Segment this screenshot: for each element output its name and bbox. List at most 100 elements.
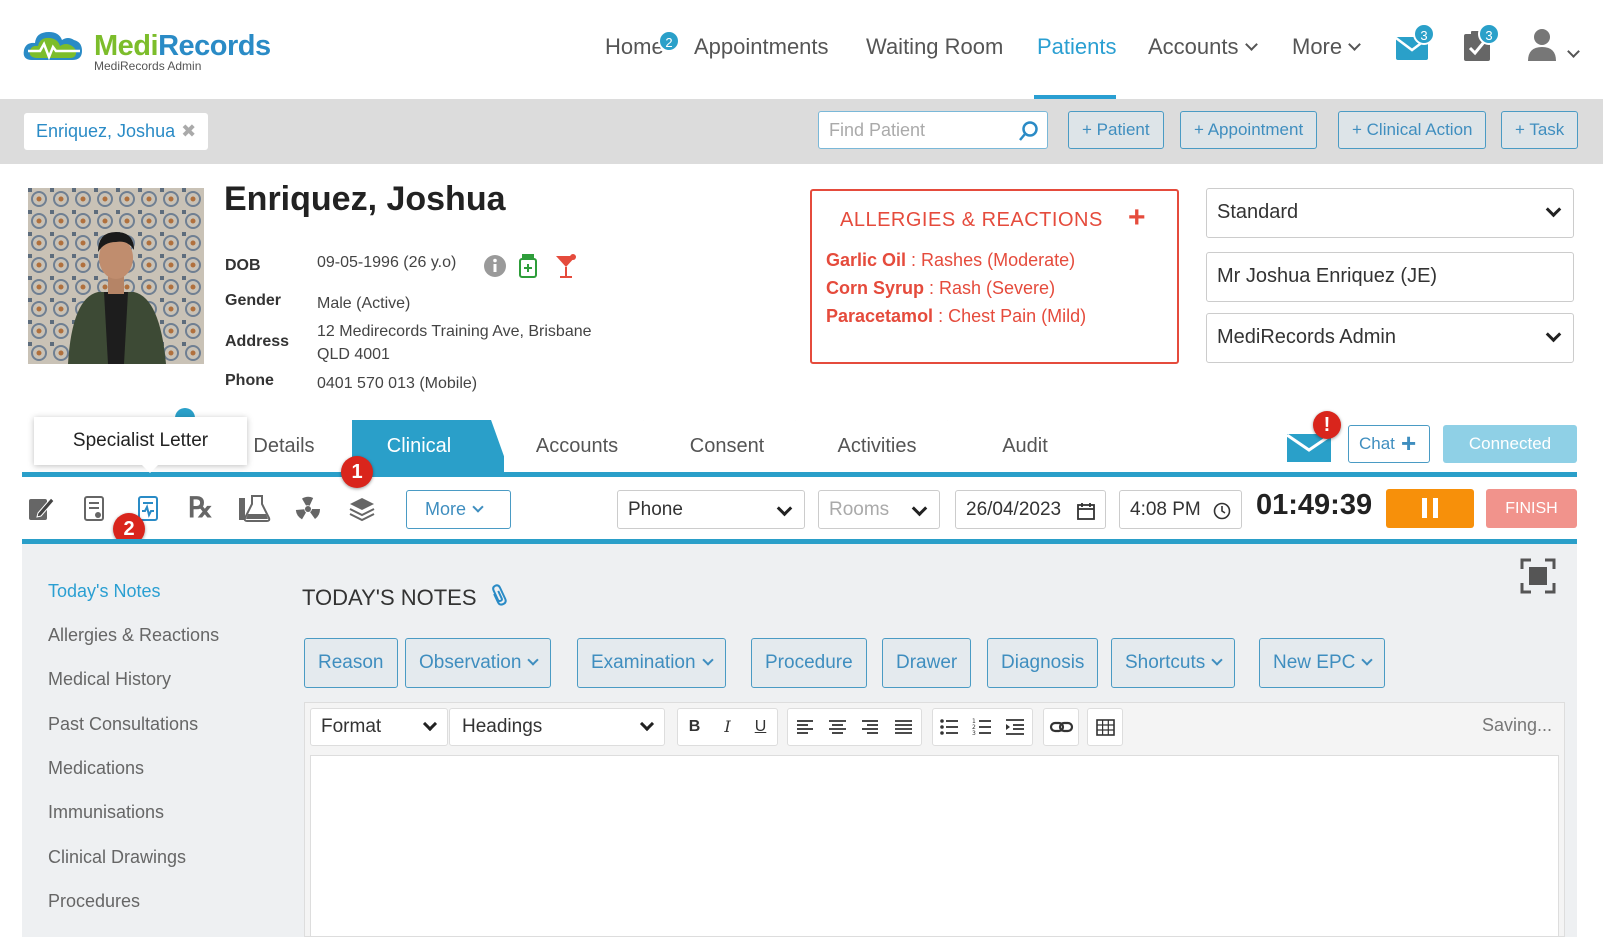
close-icon[interactable]: ✖ [181,121,196,141]
nav-appointments[interactable]: Appointments [694,34,829,60]
drawer-button[interactable]: Drawer [882,638,972,688]
bullet-list-icon[interactable] [933,709,966,745]
search-icon[interactable] [1019,121,1039,141]
mail-badge: 3 [1413,23,1435,45]
notes-edit-icon[interactable] [26,494,54,522]
address-line1: 12 Medirecords Training Ave, Brisbane [317,323,592,340]
sidebar-item-allergies[interactable]: Allergies & Reactions [48,625,219,646]
tab-activities[interactable]: Activities [808,420,966,473]
alert-badge: ! [1313,411,1341,439]
connected-status-button[interactable]: Connected [1443,425,1577,463]
tab-accounts[interactable]: Accounts [504,420,662,473]
rooms-select[interactable]: Rooms [818,490,940,529]
info-icon[interactable] [483,254,507,278]
dob-value: 09-05-1996 (26 y.o) [317,254,457,271]
link-icon[interactable] [1045,709,1078,745]
alcohol-glass-icon[interactable] [554,253,578,279]
nav-home[interactable]: Home [605,34,664,60]
table-icon[interactable] [1089,709,1122,745]
sidebar-item-medical-history[interactable]: Medical History [48,669,171,690]
patient-bar: Enriquez, Joshua ✖ Find Patient + Patient… [0,99,1603,164]
radiology-icon[interactable] [294,494,322,522]
examination-button[interactable]: Examination [577,638,726,688]
more-tools-button[interactable]: More [406,490,511,529]
allergy-item[interactable]: Garlic Oil : Rashes (Moderate) [826,250,1075,271]
sidebar-item-past-consultations[interactable]: Past Consultations [48,714,198,735]
link-group [1043,708,1079,746]
procedure-button[interactable]: Procedure [751,638,867,688]
underline-icon[interactable]: U [744,709,777,745]
paperclip-icon[interactable] [489,583,509,607]
open-patient-tab[interactable]: Enriquez, Joshua ✖ [24,113,209,150]
sidebar-item-medications[interactable]: Medications [48,758,144,779]
nav-waiting-room[interactable]: Waiting Room [866,34,1003,60]
consult-mode-select[interactable]: Phone [617,490,805,529]
add-clinical-action-button[interactable]: + Clinical Action [1338,111,1487,149]
align-right-icon[interactable] [854,709,887,745]
allergies-title: ALLERGIES & REACTIONS [840,209,1103,231]
nav-accounts[interactable]: Accounts [1148,34,1258,60]
allergy-item[interactable]: Corn Syrup : Rash (Severe) [826,278,1055,299]
sidebar-item-todays-notes[interactable]: Today's Notes [48,581,161,602]
sidebar-item-immunisations[interactable]: Immunisations [48,802,164,823]
table-group [1087,708,1123,746]
time-input[interactable]: 4:08 PM [1119,490,1242,529]
format-select[interactable]: Format [310,708,448,746]
add-patient-button[interactable]: + Patient [1068,111,1164,149]
tab-clinical[interactable]: Clinical [352,420,510,473]
address-line2: QLD 4001 [317,346,390,363]
finish-button[interactable]: FINISH [1486,489,1577,528]
align-justify-icon[interactable] [887,709,920,745]
italic-icon[interactable]: I [711,709,744,745]
add-allergy-icon[interactable]: + [1128,201,1146,235]
indent-icon[interactable] [999,709,1032,745]
location-select[interactable]: MediRecords Admin [1206,313,1574,363]
chevron-down-icon[interactable] [1567,45,1580,58]
user-avatar-icon[interactable] [1526,27,1558,61]
billing-type-select[interactable]: Standard [1206,188,1574,238]
step-badge-1: 1 [341,456,373,488]
headings-select[interactable]: Headings [449,708,665,746]
saving-status: Saving... [1482,715,1553,735]
chevron-down-icon [1211,654,1223,666]
date-input[interactable]: 26/04/2023 [955,490,1106,529]
sidebar-item-procedures[interactable]: Procedures [48,891,140,912]
align-left-icon[interactable] [788,709,821,745]
tab-audit[interactable]: Audit [960,420,1118,473]
find-patient-input[interactable]: Find Patient [818,111,1048,149]
sidebar-item-clinical-drawings[interactable]: Clinical Drawings [48,847,186,868]
cloud-logo-icon [23,32,82,61]
nav-patients[interactable]: Patients [1037,34,1117,60]
new-epc-button[interactable]: New EPC [1259,638,1386,688]
add-appointment-button[interactable]: + Appointment [1180,111,1318,149]
diagnosis-button[interactable]: Diagnosis [987,638,1099,688]
bold-icon[interactable]: B [678,709,711,745]
add-task-button[interactable]: + Task [1501,111,1579,149]
nav-more[interactable]: More [1292,34,1361,60]
education-stack-icon[interactable] [348,494,376,522]
pause-button[interactable] [1386,489,1474,528]
calendar-icon[interactable] [1077,502,1095,520]
patient-photo [28,188,204,364]
tab-consent[interactable]: Consent [656,420,814,473]
todays-notes-title: TODAY'S NOTES [302,581,507,611]
shortcuts-button[interactable]: Shortcuts [1111,638,1236,688]
align-center-icon[interactable] [821,709,854,745]
notes-editor-area[interactable] [310,755,1559,937]
medication-bottle-icon[interactable] [518,253,538,279]
document-icon[interactable] [80,494,108,522]
numbered-list-icon[interactable]: 123 [966,709,999,745]
clock-icon[interactable] [1213,502,1231,520]
practitioner-field[interactable]: Mr Joshua Enriquez (JE) [1206,252,1574,302]
plus-icon: + [1401,428,1417,458]
list-group: 123 [932,708,1033,746]
alignment-group [787,708,922,746]
fullscreen-icon[interactable] [1520,558,1556,594]
prescription-rx-icon[interactable]: ℞ [188,494,216,522]
allergy-item[interactable]: Paracetamol : Chest Pain (Mild) [826,306,1086,327]
pathology-flask-icon[interactable] [238,494,272,522]
reason-button[interactable]: Reason [304,638,398,688]
observation-button[interactable]: Observation [405,638,552,688]
chevron-down-icon [1244,38,1258,51]
chat-button[interactable]: Chat + [1348,425,1430,463]
